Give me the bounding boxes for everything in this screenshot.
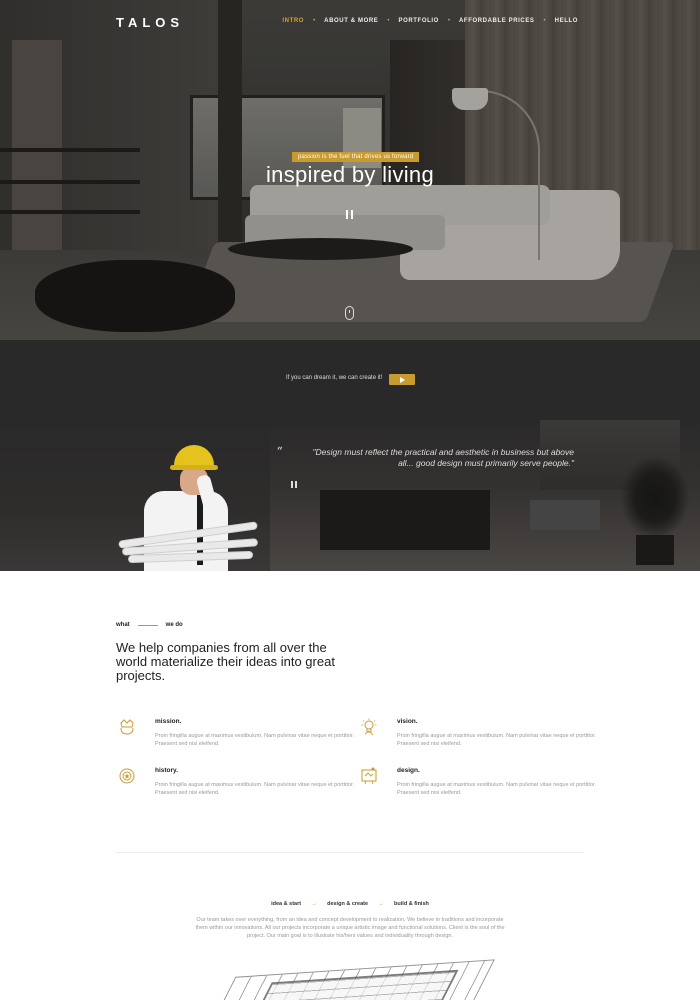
process-step[interactable]: build & finish [394,901,429,907]
feature-title: vision. [397,718,418,725]
feature-title: design. [397,767,420,774]
arrow-right-icon: → [311,901,318,907]
hero-tagline: passion is the fuel that drives us forwa… [292,152,420,162]
quote-section: “ "Design must reflect the practical and… [0,420,700,571]
crown-hand-icon [120,719,134,735]
logo[interactable]: TALOS [116,15,184,30]
feature-text: Proin fringilla augue at maximus vestibu… [397,782,597,796]
pause-icon[interactable] [290,481,300,489]
process-step[interactable]: idea & start [271,901,301,907]
mouse-scroll-icon[interactable] [345,306,354,320]
play-icon [399,376,405,383]
architect-photo [118,443,263,571]
quote-mark-icon: “ [277,446,283,457]
arrow-right-icon: → [378,901,385,907]
section-divider [116,852,584,853]
main-menu: INTRO • ABOUT & MORE • PORTFOLIO • AFFOR… [282,18,578,24]
hero-section: TALOS INTRO • ABOUT & MORE • PORTFOLIO •… [0,0,700,340]
top-nav: TALOS INTRO • ABOUT & MORE • PORTFOLIO •… [0,0,700,42]
hero-title: inspired by living [265,162,435,187]
section-tag-left: what [116,622,130,628]
feature-title: mission. [155,718,182,725]
process-step[interactable]: design & create [327,901,368,907]
feature-text: Proin fringilla augue at maximus vestibu… [155,733,355,747]
process-description: Our team takes over everything, from an … [195,917,505,939]
nav-item-intro[interactable]: INTRO [282,18,304,24]
feature-text: Proin fringilla augue at maximus vestibu… [397,733,597,747]
quote-text: "Design must reflect the practical and a… [312,447,574,468]
nav-item-hello[interactable]: HELLO [555,18,578,24]
process-steps: idea & start → design & create → build &… [0,901,700,907]
lightbulb-icon [361,718,377,736]
section-tag-right: we do [165,622,183,628]
pause-icon[interactable] [344,210,356,220]
quote-photo-bench [320,490,490,550]
nav-item-prices[interactable]: AFFORDABLE PRICES [459,18,535,24]
section-heading: We help companies from all over the worl… [116,640,335,683]
play-button[interactable] [389,374,415,385]
cta-band: If you can dream it, we can create it! [0,340,700,420]
quote-photo-plant [620,455,690,540]
feature-text: Proin fringilla augue at maximus vestibu… [155,782,355,796]
design-board-icon [361,767,377,785]
blueprint-image [205,958,495,1000]
nav-item-portfolio[interactable]: PORTFOLIO [398,18,438,24]
feature-title: history. [155,767,178,774]
quote-photo-plant-pot [636,535,674,565]
cta-text: If you can dream it, we can create it! [286,375,383,381]
section-tag: what we do [116,622,183,628]
medal-icon [119,768,135,784]
quote-photo-cabinet [530,500,600,530]
nav-item-about[interactable]: ABOUT & MORE [324,18,378,24]
